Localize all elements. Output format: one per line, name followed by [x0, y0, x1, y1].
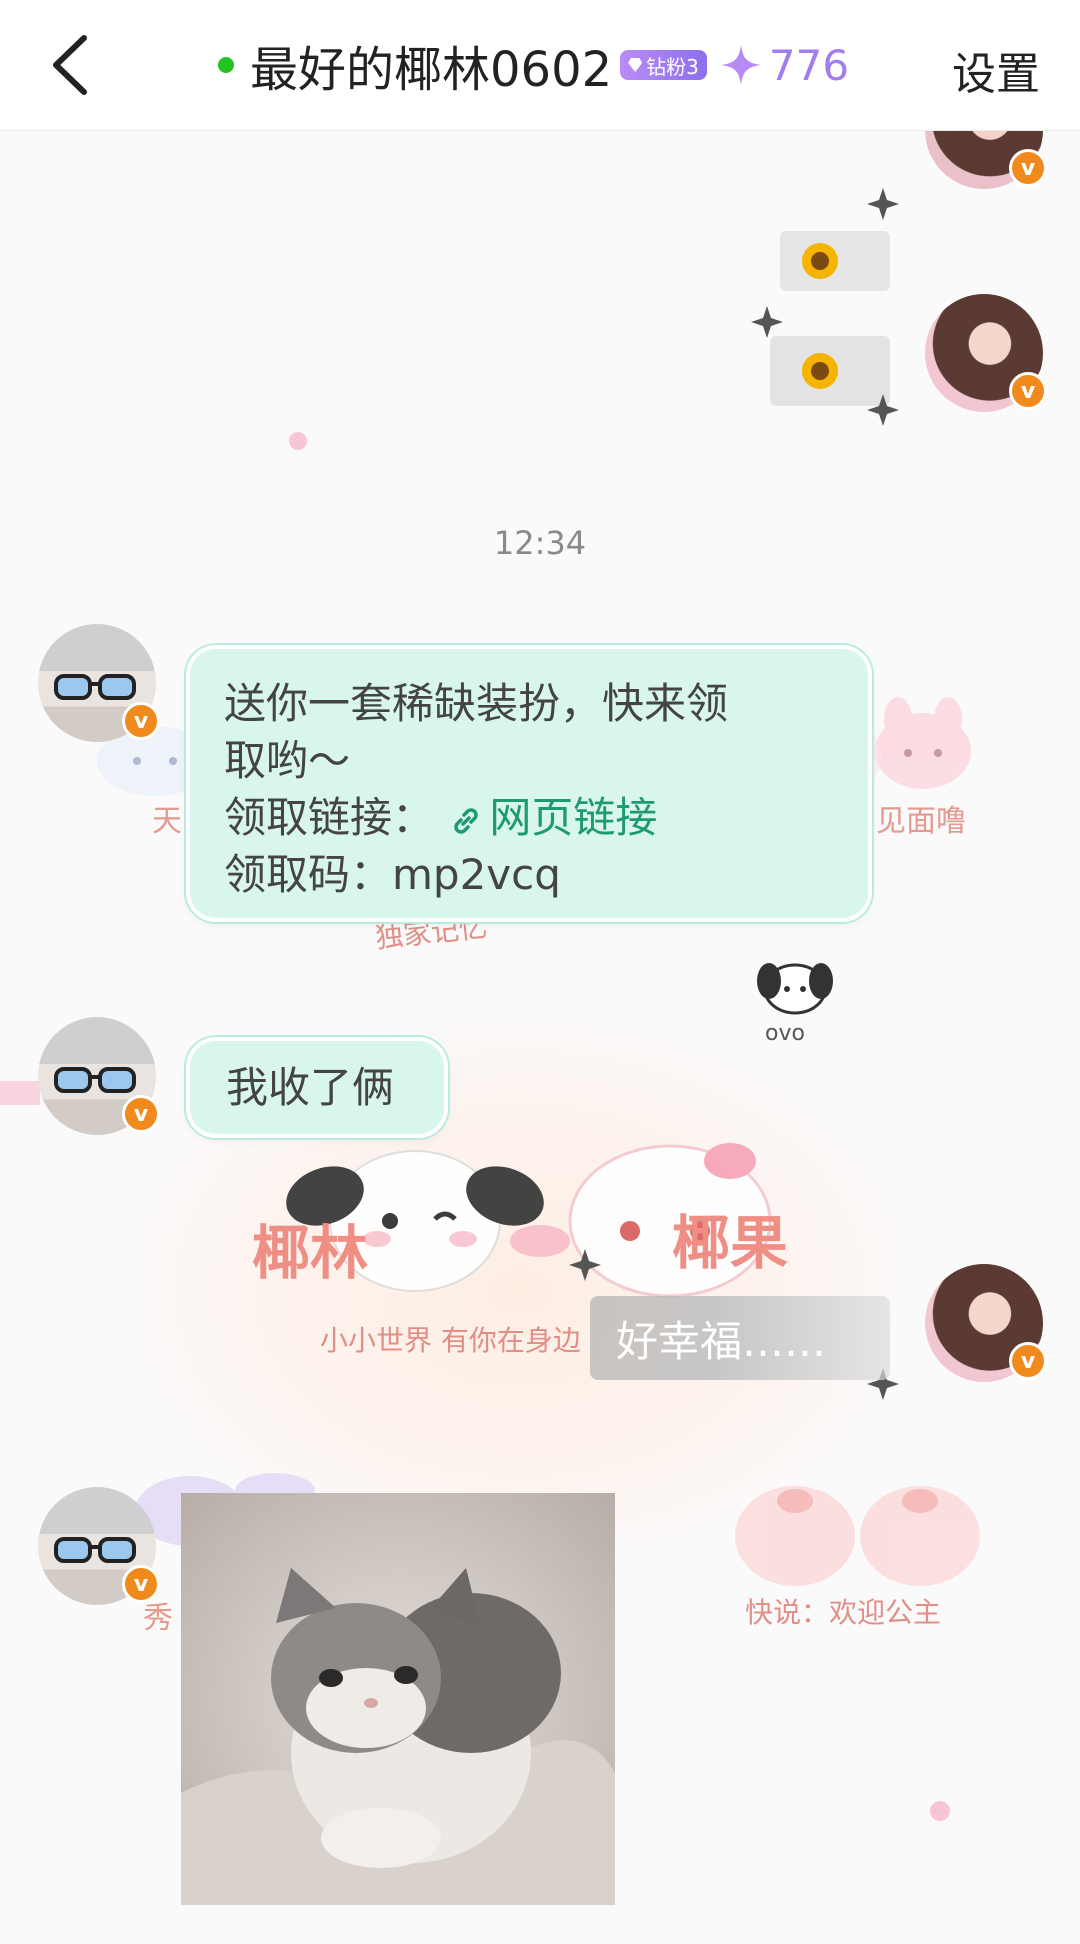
decor-text: 见面噜 — [876, 804, 966, 839]
message-text: 我收了俩 — [226, 1063, 395, 1112]
message-text: 取哟～ — [224, 736, 351, 785]
settings-button[interactable]: 设置 — [952, 38, 1040, 102]
decor-caption: 小小世界 有你在身边 — [320, 1324, 581, 1357]
sparkle-icon — [720, 45, 761, 85]
self-avatar[interactable]: v — [925, 294, 1047, 412]
online-status-dot — [218, 57, 234, 73]
back-button[interactable] — [30, 22, 110, 108]
chat-header: 最好的椰林0602 钻粉3 776 设置 — [0, 0, 1080, 131]
message-link-line: 领取链接： 网页链接 — [224, 789, 834, 846]
intimacy-score: 776 — [768, 40, 850, 90]
contact-avatar[interactable]: v — [38, 1017, 160, 1135]
verified-badge-icon: v — [1009, 1342, 1047, 1380]
verified-badge-icon: v — [1009, 372, 1047, 410]
self-avatar[interactable]: v — [925, 1264, 1047, 1382]
verified-badge-icon: v — [122, 1565, 160, 1603]
message-bubble[interactable]: 送你一套稀缺装扮，快来领 取哟～ 领取链接： 网页链接 领取码：mp2vcq — [186, 645, 872, 922]
message-text: 送你一套稀缺装扮，快来领 — [224, 679, 729, 728]
message-bubble[interactable]: 我收了俩 — [186, 1037, 448, 1138]
fan-level-label: 钻粉3 — [646, 54, 699, 79]
message-timestamp: 12:34 — [493, 524, 587, 562]
verified-badge-icon: v — [122, 702, 160, 740]
chat-title-area[interactable]: 最好的椰林0602 钻粉3 776 — [218, 30, 849, 100]
chat-title: 最好的椰林0602 — [250, 42, 613, 98]
web-link[interactable]: 网页链接 — [489, 793, 657, 842]
fan-level-badge: 钻粉3 — [620, 50, 707, 80]
message-bubble-self[interactable]: 好幸福…… — [590, 1296, 890, 1380]
decor-text: 天 — [152, 804, 182, 839]
chevron-left-icon — [53, 35, 87, 95]
verified-badge-icon: v — [122, 1095, 160, 1133]
verified-badge-icon: v — [1009, 149, 1047, 187]
contact-avatar[interactable]: v — [38, 624, 160, 742]
diamond-icon — [628, 58, 643, 72]
contact-avatar[interactable]: v — [38, 1487, 160, 1605]
decor-name-left: 椰林 — [252, 1219, 369, 1287]
decor-text: 快说：欢迎公主 — [745, 1596, 942, 1629]
decor-name-right: 椰果 — [672, 1209, 789, 1277]
kitten-photo — [181, 1493, 615, 1905]
decor-text: ovo — [765, 1021, 805, 1046]
message-text: 好幸福…… — [616, 1316, 827, 1366]
message-text: 领取码：mp2vcq — [224, 850, 561, 899]
image-message[interactable] — [181, 1493, 615, 1905]
link-icon — [454, 807, 479, 834]
link-prefix: 领取链接： — [224, 793, 435, 842]
chat-message-list[interactable]: 天 见面噜 独家记忆 ovo 椰林 椰果 小小世界 有你在身边 快说：欢迎公主 … — [0, 131, 1080, 1944]
